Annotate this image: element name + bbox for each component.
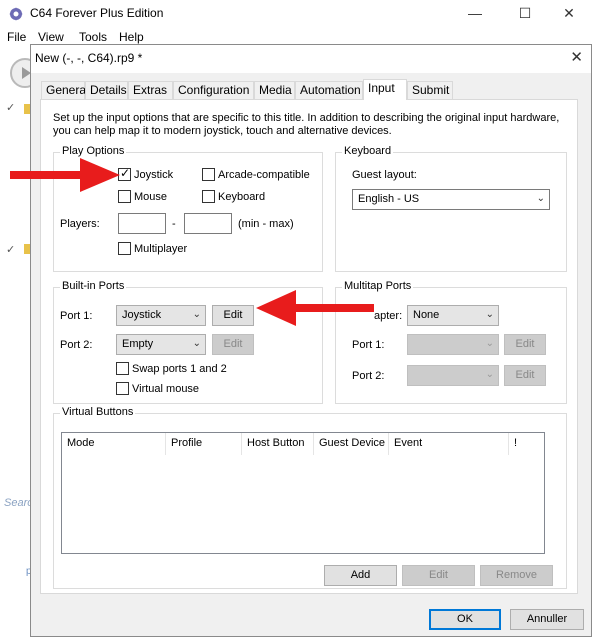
- dialog-title: New (-, -, C64).rp9 *: [35, 51, 143, 65]
- checkbox-icon[interactable]: [118, 242, 131, 255]
- multitap-port2-edit-button[interactable]: Edit: [504, 365, 546, 386]
- chevron-down-icon: ⌄: [192, 338, 201, 349]
- tab-general[interactable]: General: [41, 81, 89, 99]
- multitap-port1-edit-button[interactable]: Edit: [504, 334, 546, 355]
- virtual-mouse-checkbox[interactable]: Virtual mouse: [116, 382, 199, 395]
- multiplayer-checkbox[interactable]: Multiplayer: [118, 242, 187, 255]
- port1-dropdown[interactable]: Joystick ⌄: [116, 305, 206, 326]
- joystick-checkbox[interactable]: Joystick: [118, 166, 174, 181]
- port2-label: Port 2:: [60, 339, 93, 351]
- multitap-port2-label: Port 2:: [352, 370, 385, 382]
- keyboard-checkbox[interactable]: Keyboard: [202, 190, 265, 203]
- annotation-arrow-joystick: [10, 158, 120, 192]
- mouse-label: Mouse: [134, 190, 168, 203]
- mouse-checkbox[interactable]: Mouse: [118, 190, 167, 203]
- list-header: Mode Profile Host Button Guest Device Ev…: [62, 433, 544, 455]
- players-label: Players:: [60, 218, 100, 230]
- app-logo-icon: [9, 7, 23, 21]
- main-window-title: C64 Forever Plus Edition: [30, 6, 164, 20]
- menu-file[interactable]: File: [7, 30, 26, 44]
- tab-extras[interactable]: Extras: [128, 81, 173, 99]
- swap-ports-checkbox[interactable]: Swap ports 1 and 2: [116, 362, 227, 375]
- range-hint: (min - max): [238, 218, 294, 230]
- chevron-down-icon[interactable]: ✓: [6, 243, 15, 256]
- swap-ports-label: Swap ports 1 and 2: [132, 362, 227, 375]
- multitap-port1-dropdown[interactable]: ⌄: [407, 334, 499, 355]
- virtual-buttons-list[interactable]: Mode Profile Host Button Guest Device Ev…: [61, 432, 545, 554]
- tab-input[interactable]: Input: [363, 79, 407, 100]
- column-header-host-button[interactable]: Host Button: [242, 433, 314, 455]
- virtual-edit-button[interactable]: Edit: [402, 565, 475, 586]
- tab-configuration[interactable]: Configuration: [173, 81, 254, 99]
- guest-layout-label: Guest layout:: [352, 169, 417, 181]
- port1-edit-button[interactable]: Edit: [212, 305, 254, 326]
- tab-submit[interactable]: Submit: [407, 81, 453, 99]
- chevron-down-icon: ⌄: [485, 369, 494, 380]
- column-header-event[interactable]: Event: [389, 433, 509, 455]
- ok-button[interactable]: OK: [429, 609, 501, 630]
- port1-label: Port 1:: [60, 310, 93, 322]
- search-input[interactable]: Searc: [4, 497, 33, 509]
- column-header-profile[interactable]: Profile: [166, 433, 242, 455]
- cancel-button[interactable]: Annuller: [510, 609, 584, 630]
- players-max-input[interactable]: [184, 213, 232, 234]
- menu-view[interactable]: View: [38, 30, 64, 44]
- port1-value: Joystick: [122, 309, 162, 321]
- column-header-mode[interactable]: Mode: [62, 433, 166, 455]
- chevron-down-icon[interactable]: ✓: [6, 101, 15, 114]
- main-window-body: ✓ ✓ Searc p: [0, 48, 40, 637]
- remove-button[interactable]: Remove: [480, 565, 553, 586]
- adapter-dropdown[interactable]: None ⌄: [407, 305, 499, 326]
- close-dialog-icon[interactable]: ✕: [570, 48, 583, 66]
- checkbox-icon[interactable]: [202, 168, 215, 181]
- tab-media[interactable]: Media: [254, 81, 295, 99]
- chevron-down-icon: ⌄: [485, 309, 494, 320]
- checkbox-icon[interactable]: [116, 382, 129, 395]
- minimize-button[interactable]: —: [452, 0, 498, 28]
- input-description: Set up the input options that are specif…: [53, 112, 560, 137]
- virtual-buttons-legend: Virtual Buttons: [60, 406, 136, 418]
- port2-edit-button[interactable]: Edit: [212, 334, 254, 355]
- guest-layout-dropdown[interactable]: English - US ⌄: [352, 189, 550, 210]
- chevron-down-icon: ⌄: [485, 338, 494, 349]
- keyboard-group: Keyboard Guest layout: English - US ⌄: [335, 145, 567, 272]
- properties-dialog: New (-, -, C64).rp9 * ✕ General Details …: [30, 44, 592, 637]
- multiplayer-label: Multiplayer: [134, 242, 188, 255]
- virtual-mouse-label: Virtual mouse: [132, 382, 200, 395]
- arcade-compatible-checkbox[interactable]: Arcade-compatible: [202, 168, 310, 181]
- chevron-down-icon: ⌄: [192, 309, 201, 320]
- main-window-titlebar: C64 Forever Plus Edition — ☐ ✕: [0, 0, 592, 28]
- keyboard-label: Keyboard: [218, 190, 266, 203]
- menu-tools[interactable]: Tools: [79, 30, 107, 44]
- virtual-buttons-group: Virtual Buttons Mode Profile Host Button…: [53, 406, 567, 589]
- tab-automation[interactable]: Automation: [295, 81, 363, 99]
- arcade-compatible-label: Arcade-compatible: [218, 168, 310, 181]
- multitap-port1-label: Port 1:: [352, 339, 385, 351]
- joystick-label: Joystick: [134, 168, 174, 181]
- menu-help[interactable]: Help: [119, 30, 144, 44]
- checkbox-icon[interactable]: [202, 190, 215, 203]
- dialog-titlebar: New (-, -, C64).rp9 * ✕: [31, 45, 591, 73]
- adapter-label: apter:: [374, 310, 403, 322]
- checkbox-icon[interactable]: [116, 362, 129, 375]
- keyboard-legend: Keyboard: [342, 145, 394, 157]
- adapter-value: None: [413, 309, 440, 321]
- built-in-ports-legend: Built-in Ports: [60, 280, 127, 292]
- port2-dropdown[interactable]: Empty ⌄: [116, 334, 206, 355]
- chevron-down-icon: ⌄: [536, 193, 545, 204]
- maximize-button[interactable]: ☐: [502, 0, 548, 28]
- range-separator: -: [172, 218, 176, 230]
- close-main-button[interactable]: ✕: [546, 0, 592, 28]
- guest-layout-value: English - US: [358, 193, 420, 205]
- annotation-arrow-edit: [256, 290, 374, 326]
- port2-value: Empty: [122, 338, 154, 350]
- column-header-flag[interactable]: !: [509, 433, 539, 455]
- column-header-guest-device[interactable]: Guest Device: [314, 433, 389, 455]
- multitap-port2-dropdown[interactable]: ⌄: [407, 365, 499, 386]
- add-button[interactable]: Add: [324, 565, 397, 586]
- tab-details[interactable]: Details: [85, 81, 128, 99]
- players-min-input[interactable]: [118, 213, 166, 234]
